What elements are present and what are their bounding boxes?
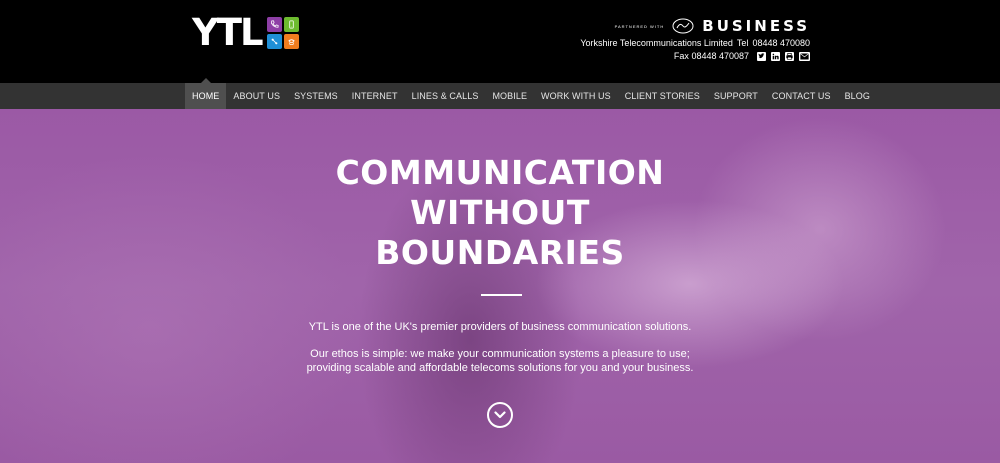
- hero-title: COMMUNICATION WITHOUT BOUNDARIES: [0, 153, 1000, 273]
- logo-text: YTL: [192, 11, 264, 54]
- site-header: YTL PARTNERED WITH BUSINESS Yorkshire Te…: [0, 0, 1000, 83]
- twitter-icon[interactable]: [757, 51, 766, 61]
- tel-label: Tel: [736, 38, 749, 48]
- printer-icon[interactable]: [785, 51, 794, 61]
- company-name: Yorkshire Telecommunications Limited: [580, 38, 733, 48]
- chevron-down-icon: [494, 411, 506, 419]
- hero-ethos-text: Our ethos is simple: we make your commun…: [306, 348, 694, 374]
- handset-icon: [283, 34, 299, 49]
- nav-item-home[interactable]: HOME: [185, 78, 227, 109]
- nav-item-lines-calls[interactable]: LINES & CALLS: [405, 83, 486, 109]
- email-icon[interactable]: [799, 51, 810, 61]
- nav-item-internet[interactable]: INTERNET: [345, 83, 405, 109]
- fax-line: Fax 08448 470087: [674, 51, 810, 61]
- virgin-logo-icon: [672, 18, 694, 34]
- fax-label: Fax: [673, 51, 689, 61]
- nav-item-client-stories[interactable]: CLIENT STORIES: [618, 83, 707, 109]
- nav-item-work-with-us[interactable]: WORK WITH US: [534, 83, 618, 109]
- fax-number: 08448 470087: [691, 51, 749, 61]
- company-contact-line: Yorkshire Telecommunications Limited Tel…: [580, 38, 810, 48]
- nav-item-contact-us[interactable]: CONTACT US: [765, 83, 838, 109]
- network-icon: [266, 34, 282, 49]
- tel-number[interactable]: 08448 470080: [752, 38, 810, 48]
- nav-items: HOME ABOUT US SYSTEMS INTERNET LINES & C…: [185, 78, 877, 109]
- partner-caption: PARTNERED WITH: [614, 23, 665, 29]
- nav-item-about-us[interactable]: ABOUT US: [226, 83, 287, 109]
- partner-business-text: BUSINESS: [702, 17, 810, 35]
- hero-title-line: WITHOUT: [410, 193, 590, 232]
- linkedin-icon[interactable]: [771, 51, 780, 61]
- logo-icon-grid: [266, 17, 299, 49]
- nav-item-mobile[interactable]: MOBILE: [485, 83, 534, 109]
- social-links: [757, 51, 810, 61]
- ytl-logo[interactable]: YTL: [192, 11, 299, 54]
- main-nav: HOME ABOUT US SYSTEMS INTERNET LINES & C…: [0, 78, 1000, 109]
- hero-intro-text: YTL is one of the UK's premier providers…: [308, 321, 692, 333]
- phone-icon: [266, 17, 282, 32]
- scroll-down-button[interactable]: [487, 402, 513, 428]
- hero-divider: [481, 294, 522, 296]
- nav-item-support[interactable]: SUPPORT: [707, 83, 765, 109]
- nav-item-systems[interactable]: SYSTEMS: [287, 83, 345, 109]
- nav-item-blog[interactable]: BLOG: [838, 83, 877, 109]
- hero-title-line: BOUNDARIES: [375, 233, 625, 272]
- virgin-business-partner[interactable]: PARTNERED WITH BUSINESS: [615, 17, 810, 35]
- mobile-icon: [283, 17, 299, 32]
- hero-title-line: COMMUNICATION: [335, 153, 665, 192]
- hero-banner: COMMUNICATION WITHOUT BOUNDARIES YTL is …: [0, 109, 1000, 463]
